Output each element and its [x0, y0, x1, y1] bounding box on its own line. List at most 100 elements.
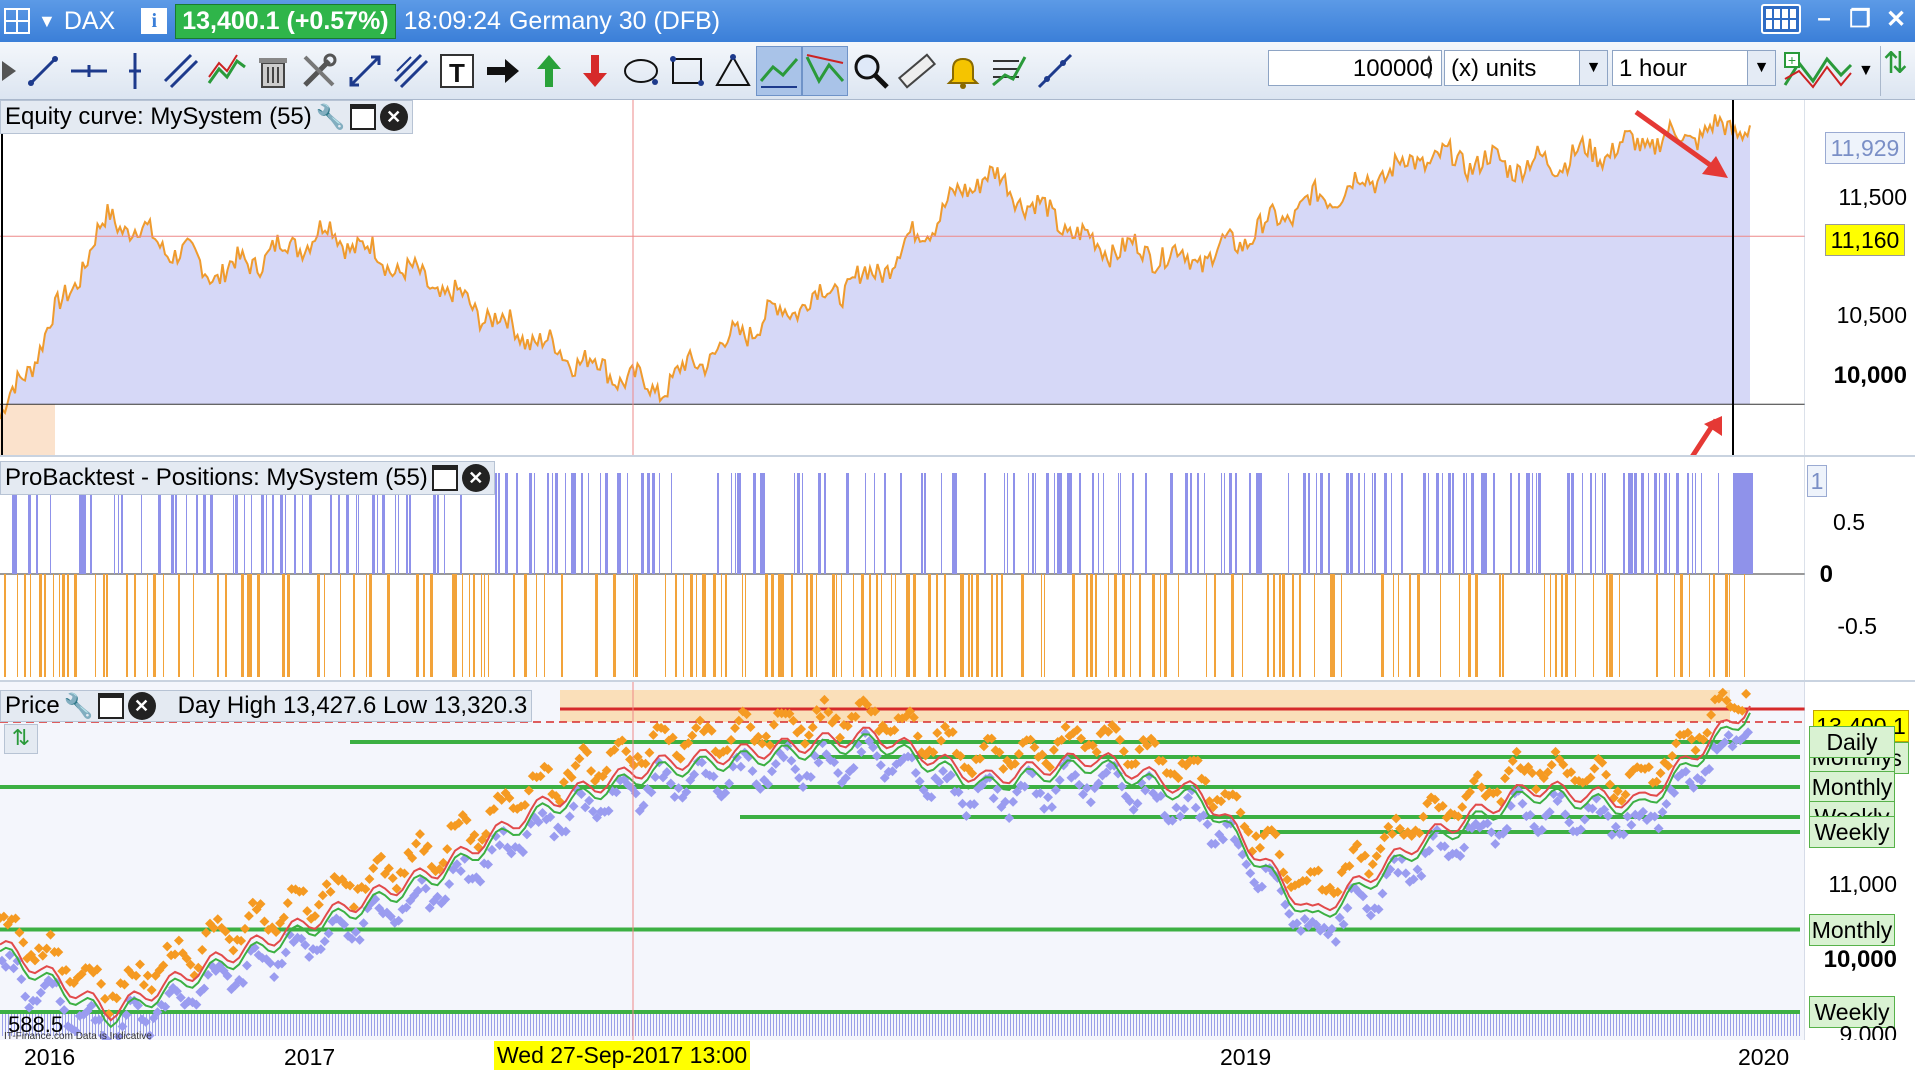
symbol-name[interactable]: DAX	[64, 7, 115, 36]
short-position-bar	[791, 574, 793, 677]
resize-icon[interactable]	[342, 46, 388, 96]
zoom-icon[interactable]	[848, 46, 894, 96]
time-axis[interactable]: 2016 2017 Wed 27-Sep-2017 13:00 2019 202…	[0, 1040, 1915, 1073]
long-position-bar	[1641, 473, 1644, 574]
layout-grid-icon[interactable]	[4, 8, 30, 34]
volume-bar	[1019, 1014, 1020, 1036]
restore-icon[interactable]: ❐	[1847, 5, 1873, 34]
chevron-down-icon[interactable]: ▼	[1858, 62, 1874, 80]
alarm-icon[interactable]	[940, 46, 986, 96]
keyboard-icon[interactable]	[1761, 4, 1801, 34]
short-position-bar	[1341, 574, 1342, 677]
quantity-stepper[interactable]: ▲ ▼	[1424, 50, 1440, 86]
ellipse-icon[interactable]	[618, 46, 664, 96]
volume-bar	[461, 1014, 462, 1036]
arrow-up-icon[interactable]	[526, 46, 572, 96]
volume-bar	[476, 1014, 477, 1036]
horizontal-line-icon[interactable]	[66, 46, 112, 96]
volume-bar	[1739, 1014, 1740, 1036]
volume-bar	[260, 1014, 261, 1036]
short-position-bar	[1555, 574, 1557, 677]
wedge-icon[interactable]	[802, 45, 848, 96]
channel-icon[interactable]	[756, 45, 802, 96]
rectangle-icon[interactable]	[664, 46, 710, 96]
pointer-icon[interactable]	[0, 46, 20, 96]
volume-bar	[1004, 1014, 1005, 1036]
volume-bar	[1706, 1014, 1707, 1036]
line-icon[interactable]	[20, 46, 66, 96]
volume-bar	[1163, 1014, 1164, 1036]
add-indicator-icon[interactable]: +	[1780, 46, 1856, 96]
chevron-down-icon[interactable]: ▼	[1579, 51, 1607, 85]
volume-bar	[425, 1014, 426, 1036]
volume-bar	[1346, 1014, 1347, 1036]
long-position-bar	[505, 473, 508, 574]
long-position-bar	[620, 473, 621, 574]
volume-bar	[584, 1014, 585, 1036]
arrow-down-icon[interactable]	[572, 46, 618, 96]
minimize-icon[interactable]: –	[1811, 5, 1837, 33]
line-tool-icon[interactable]	[1032, 46, 1078, 96]
refresh-icon[interactable]: ⇅	[1880, 46, 1910, 96]
close-icon[interactable]: ✕	[127, 692, 156, 720]
chevron-down-icon[interactable]: ▼	[38, 11, 56, 32]
maximize-icon[interactable]	[431, 465, 458, 491]
volume-bar	[638, 1014, 639, 1036]
volume-bar	[1655, 1014, 1656, 1036]
price-panel-header: Price 🔧 ✕ Day High 13,427.6 Low 13,320.3	[0, 690, 533, 722]
zigzag-icon[interactable]	[204, 46, 250, 96]
maximize-icon[interactable]	[349, 104, 376, 130]
volume-bar	[1547, 1014, 1548, 1036]
short-position-bar	[67, 574, 69, 677]
info-icon[interactable]: i	[141, 8, 168, 34]
ruler-icon[interactable]	[894, 46, 940, 96]
wrench-icon[interactable]: 🔧	[316, 103, 346, 132]
maximize-icon[interactable]	[97, 693, 124, 719]
auto-scale-icon[interactable]: ⇅	[4, 724, 38, 754]
volume-bar	[1397, 1014, 1398, 1036]
volume-bar	[887, 1014, 888, 1036]
short-position-bar	[881, 574, 882, 677]
close-icon[interactable]: ✕	[461, 464, 490, 492]
wrench-icon[interactable]: 🔧	[64, 692, 94, 721]
vertical-line-icon[interactable]	[112, 46, 158, 96]
volume-bar	[449, 1014, 450, 1036]
long-position-bar	[1364, 473, 1365, 574]
price-chart[interactable]: 588.5IT-Finance.com Data is Indicative	[0, 682, 1805, 1042]
arrow-right-icon[interactable]	[480, 46, 526, 96]
units-select[interactable]: (x) units ▼	[1444, 50, 1608, 86]
fibonacci-icon[interactable]	[388, 46, 434, 96]
volume-bar	[1430, 1014, 1431, 1036]
volume-bar	[293, 1014, 294, 1036]
volume-bar	[473, 1014, 474, 1036]
short-position-bar	[1086, 574, 1088, 677]
x-tick-2017: 2017	[284, 1044, 336, 1070]
tools-icon[interactable]	[296, 46, 342, 96]
volume-bar	[236, 1014, 237, 1036]
equity-panel-title: Equity curve: MySystem (55)	[5, 103, 312, 130]
volume-bar	[1145, 1014, 1146, 1036]
short-position-bar	[59, 574, 60, 677]
triangle-icon[interactable]	[710, 46, 756, 96]
timeframe-select[interactable]: 1 hour ▼	[1612, 50, 1776, 86]
volume-bar	[512, 1014, 513, 1036]
trash-icon[interactable]	[250, 46, 296, 96]
quantity-input[interactable]: 100000	[1268, 50, 1442, 86]
long-position-bar	[1659, 473, 1660, 574]
chevron-down-icon[interactable]: ▼	[1747, 51, 1775, 85]
text-icon[interactable]: T	[434, 46, 480, 96]
close-icon[interactable]: ✕	[1883, 5, 1909, 34]
volume-bar	[830, 1014, 831, 1036]
equity-curve-chart[interactable]	[0, 100, 1805, 455]
volume-bar	[377, 1014, 378, 1036]
indicator-icon[interactable]	[986, 46, 1032, 96]
level-label: Monthly	[1809, 913, 1895, 946]
short-position-bar	[853, 574, 854, 677]
volume-bar	[1448, 1014, 1449, 1036]
close-icon[interactable]: ✕	[379, 103, 408, 131]
volume-bar	[1337, 1014, 1338, 1036]
volume-bar	[1583, 1014, 1584, 1036]
parallel-lines-icon[interactable]	[158, 46, 204, 96]
short-position-bar	[715, 574, 716, 677]
volume-bar	[1421, 1014, 1422, 1036]
